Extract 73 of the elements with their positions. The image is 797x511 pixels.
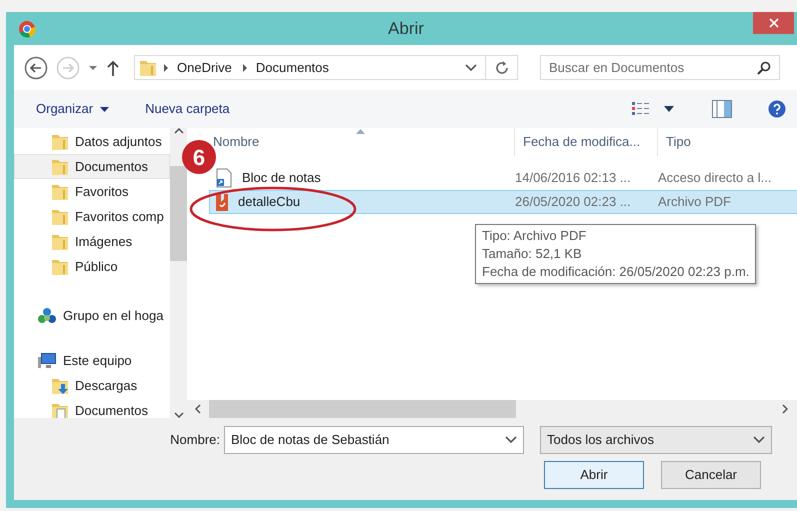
tooltip-line: Tamaño: 52,1 KB xyxy=(482,245,583,263)
computer-icon xyxy=(37,352,57,370)
file-row[interactable]: detalleCbu 26/05/2020 02:23 ... Archivo PDF xyxy=(209,190,797,214)
sort-arrow-icon xyxy=(356,129,365,134)
sidebar-item[interactable]: Público xyxy=(14,254,170,279)
toolbar-button[interactable]: Nueva carpeta xyxy=(145,99,230,119)
homegroup-icon xyxy=(37,306,57,324)
close-button[interactable] xyxy=(753,12,794,34)
help-icon[interactable] xyxy=(768,100,786,118)
sidebar-item[interactable]: Imágenes xyxy=(14,229,170,254)
caret-icon[interactable] xyxy=(664,106,674,112)
sidebar-item[interactable]: Datos adjuntos xyxy=(14,129,170,154)
folder-icon xyxy=(51,232,69,251)
up-arrow-icon[interactable] xyxy=(106,60,120,76)
open-button[interactable]: Abrir xyxy=(544,461,644,489)
sidebar-item[interactable]: Descargas xyxy=(14,373,170,398)
column-header[interactable]: Nombre xyxy=(213,132,260,152)
close-icon xyxy=(768,18,778,28)
caret-icon xyxy=(100,106,110,112)
view-options-icon[interactable] xyxy=(632,102,650,116)
shortcut-file-icon xyxy=(215,168,233,188)
dropdown-chevron-icon xyxy=(505,436,517,444)
cancel-button[interactable]: Cancelar xyxy=(661,461,761,489)
file-name: detalleCbu xyxy=(238,193,300,212)
search-field[interactable]: Buscar en Documentos xyxy=(540,55,780,80)
dropdown-chevron-icon xyxy=(753,436,765,444)
scroll-down-icon[interactable] xyxy=(174,412,184,418)
file-type: Acceso directo a l... xyxy=(658,169,772,188)
column-header[interactable]: Fecha de modifica... xyxy=(523,132,640,152)
file-type: Archivo PDF xyxy=(658,193,731,212)
sidebar-item[interactable]: Grupo en el hoga xyxy=(14,303,170,328)
file-date: 26/05/2020 02:23 ... xyxy=(515,193,632,212)
pdf-file-icon xyxy=(215,192,229,212)
downloads-folder-icon xyxy=(51,376,69,395)
breadcrumb-arrow-icon xyxy=(242,64,248,72)
folder-icon xyxy=(139,58,157,77)
file-date: 14/06/2016 02:13 ... xyxy=(515,169,632,188)
search-placeholder: Buscar en Documentos xyxy=(549,58,686,77)
chrome-logo-icon xyxy=(18,20,36,38)
breadcrumb-item[interactable]: OneDrive xyxy=(177,58,232,78)
tooltip-line: Fecha de modificación: 26/05/2020 02:23 p.m. xyxy=(482,263,750,281)
filename-field[interactable]: Bloc de notas de Sebastián xyxy=(224,426,524,454)
breadcrumb-item[interactable]: Documentos xyxy=(256,58,329,78)
scroll-right-icon[interactable] xyxy=(782,404,788,414)
breadcrumb-arrow-icon xyxy=(163,64,169,72)
file-type-dropdown[interactable]: Todos los archivos xyxy=(540,426,772,454)
folder-icon xyxy=(51,182,69,201)
sidebar-item[interactable]: Favoritos comp xyxy=(14,204,170,229)
refresh-icon[interactable] xyxy=(494,60,508,74)
scrollbar-thumb[interactable] xyxy=(170,166,187,260)
toolbar-button[interactable]: Organizar xyxy=(36,99,110,119)
sidebar-item[interactable]: Este equipo xyxy=(14,348,170,373)
folder-icon xyxy=(51,207,69,226)
address-bar[interactable]: OneDrive Documentos xyxy=(134,55,518,80)
step-number-badge: 6 xyxy=(182,140,216,174)
tooltip-line: Tipo: Archivo PDF xyxy=(482,227,588,245)
back-button-icon[interactable] xyxy=(24,56,48,80)
preview-pane-icon[interactable] xyxy=(712,100,732,118)
filename-label: Nombre: xyxy=(169,431,221,450)
dropdown-chevron-icon[interactable] xyxy=(465,64,477,72)
scrollbar-thumb[interactable] xyxy=(209,400,516,418)
search-icon xyxy=(757,60,771,74)
window-title: Abrir xyxy=(388,18,424,40)
documents-folder-icon xyxy=(51,401,69,418)
folder-icon xyxy=(51,132,69,151)
folder-icon xyxy=(51,157,69,176)
sidebar-item[interactable]: Documentos xyxy=(14,154,170,179)
scroll-up-icon[interactable] xyxy=(174,128,184,134)
column-header[interactable]: Tipo xyxy=(666,132,691,152)
file-name: Bloc de notas xyxy=(242,169,321,188)
sidebar-item[interactable]: Favoritos xyxy=(14,179,170,204)
folder-icon xyxy=(51,257,69,276)
scroll-left-icon[interactable] xyxy=(195,404,201,414)
